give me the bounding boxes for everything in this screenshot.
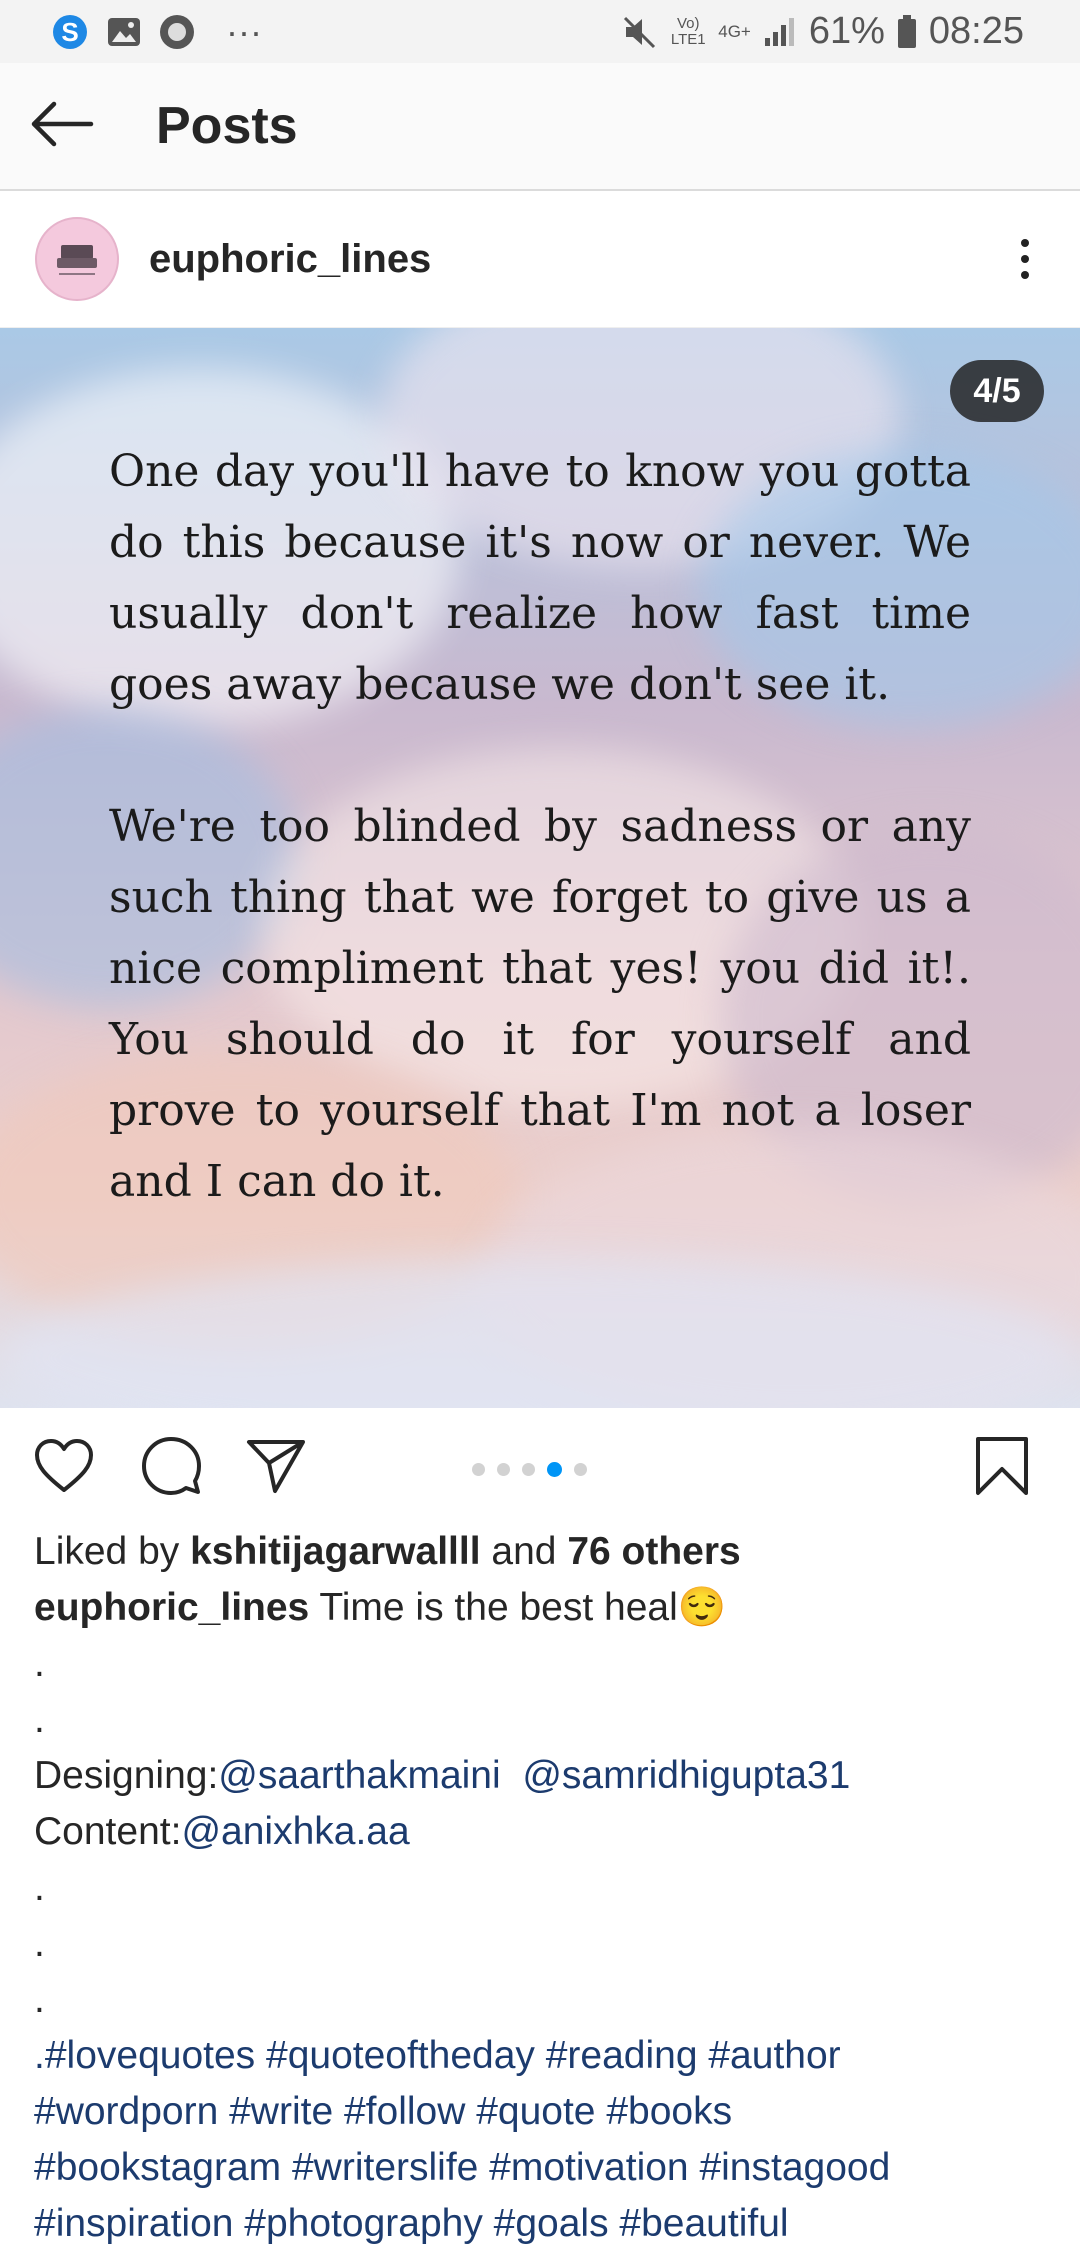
likes-others[interactable]: 76 others (567, 1530, 740, 1573)
designing-line: Designing:@saarthakmaini @samridhigupta3… (34, 1748, 1054, 1804)
network-label: 4G+ (718, 21, 751, 41)
comment-button[interactable] (139, 1436, 203, 1500)
caption-dot: . (34, 1978, 45, 2021)
clock: 08:25 (928, 10, 1024, 52)
battery-percent: 61% (808, 10, 885, 52)
record-icon (158, 13, 196, 51)
signal-icon (763, 16, 797, 48)
caption-area: Liked by kshitijagarwallll and 76 others… (34, 1524, 1054, 2252)
quote-paragraph: We're too blinded by sadness or any such… (109, 801, 971, 1207)
caption-dot: . (34, 1866, 45, 1909)
carousel-counter: 4/5 (950, 360, 1044, 422)
more-notifications-icon: ··· (226, 10, 262, 52)
post-header: euphoric_lines (0, 191, 1080, 328)
likes-prefix: Liked by (34, 1530, 191, 1573)
comment-icon (140, 1435, 202, 1502)
app-bar: Posts (0, 63, 1080, 191)
liked-by-user[interactable]: kshitijagarwallll (190, 1530, 480, 1573)
caption-username[interactable]: euphoric_lines (34, 1586, 309, 1629)
caption-dot: . (34, 1698, 45, 1741)
more-vertical-icon (1021, 255, 1029, 263)
page-title: Posts (156, 97, 298, 155)
post-image[interactable]: 4/5 One day you'll have to know you gott… (0, 328, 1080, 1408)
content-label: Content: (34, 1810, 182, 1853)
designer-mention[interactable]: @saarthakmaini (218, 1754, 500, 1797)
more-vertical-icon (1021, 271, 1029, 279)
more-options-button[interactable] (1010, 229, 1040, 289)
quote-paragraph: One day you'll have to know you gotta do… (109, 446, 971, 710)
back-arrow-icon (28, 99, 94, 154)
content-author-mention[interactable]: @anixhka.aa (181, 1810, 409, 1853)
bookmark-icon (974, 1435, 1030, 1502)
typewriter-logo-icon (57, 245, 97, 275)
avatar[interactable] (35, 217, 119, 301)
status-bar: S ··· Vo) LTE1 4G+ 61% 08:25 (0, 0, 1080, 63)
share-icon (245, 1437, 307, 1500)
carousel-dot (472, 1463, 485, 1476)
like-button[interactable] (32, 1436, 96, 1500)
caption-dot: . (34, 1922, 45, 1965)
svg-text:S: S (61, 17, 78, 47)
carousel-indicator (472, 1462, 587, 1477)
designer-mention[interactable]: @samridhigupta31 (522, 1754, 850, 1797)
gallery-icon (106, 15, 142, 49)
carousel-dot (574, 1463, 587, 1476)
likes-middle: and (480, 1530, 568, 1573)
designing-label: Designing: (34, 1754, 219, 1797)
heart-icon (33, 1437, 95, 1500)
mute-icon (622, 14, 658, 50)
status-bar-left: S ··· (50, 11, 262, 53)
hashtags-line[interactable]: #bookstagram #writerslife #motivation #i… (34, 2140, 1054, 2196)
content-line: Content:@anixhka.aa (34, 1804, 1054, 1860)
save-button[interactable] (972, 1436, 1032, 1500)
more-vertical-icon (1021, 239, 1029, 247)
back-button[interactable] (28, 96, 98, 156)
hashtags-line[interactable]: .#lovequotes #quoteoftheday #reading #au… (34, 2028, 1054, 2084)
carousel-dot (522, 1463, 535, 1476)
battery-icon (897, 14, 917, 49)
caption-dot: . (34, 1642, 45, 1685)
likes-line: Liked by kshitijagarwallll and 76 others (34, 1524, 1054, 1580)
volte-label: Vo) LTE1 (670, 14, 706, 48)
hashtags-line[interactable]: #wordporn #write #follow #quote #books (34, 2084, 1054, 2140)
caption-text: Time is the best heal😌 (309, 1586, 727, 1629)
carousel-dot-active (547, 1462, 562, 1477)
caption-line: euphoric_lines Time is the best heal😌 (34, 1580, 1054, 1636)
carousel-dot (497, 1463, 510, 1476)
hashtags-line[interactable]: #inspiration #photography #goals #beauti… (34, 2196, 1054, 2252)
share-button[interactable] (244, 1436, 308, 1500)
skype-icon: S (50, 12, 90, 52)
quote-text: One day you'll have to know you gotta do… (109, 436, 971, 1288)
post-username[interactable]: euphoric_lines (149, 237, 431, 282)
status-bar-right: Vo) LTE1 4G+ 61% 08:25 (622, 10, 1024, 53)
